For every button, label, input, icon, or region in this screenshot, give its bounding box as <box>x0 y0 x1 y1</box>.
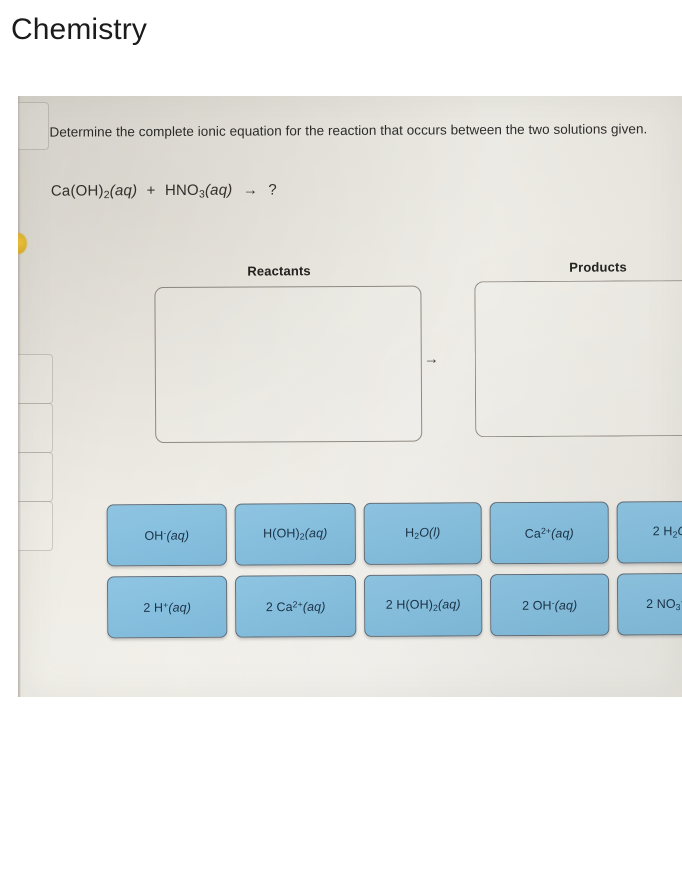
answer-tile-2-hoh2-aq[interactable]: 2 H(OH)2(aq) <box>363 574 483 637</box>
answer-tile-2-no3-aq[interactable]: 2 NO3-(aq) <box>616 572 682 636</box>
tile-label: H2O(l) <box>405 525 441 542</box>
chemical-equation: Ca(OH)2(aq) + HNO3(aq) → ? <box>51 181 277 201</box>
worksheet-photo: s Determine the complete ionic equation … <box>18 96 682 697</box>
answer-tile-hoh2-aq[interactable]: H(OH)2(aq) <box>234 502 356 566</box>
answer-tile-2-h-aq[interactable]: 2 H+(aq) <box>107 575 228 639</box>
equation-reactant-2: HNO3(aq) <box>164 181 233 201</box>
worksheet-content: Determine the complete ionic equation fo… <box>18 96 682 697</box>
answer-tile-2-oh-aq[interactable]: 2 OH-(aq) <box>489 573 610 637</box>
equation-reactant-1: Ca(OH)2(aq) <box>50 182 138 202</box>
tile-label: 2 Ca2+(aq) <box>265 598 326 614</box>
equation-question-mark: ? <box>268 181 277 199</box>
tile-label: 2 H+(aq) <box>143 599 192 615</box>
question-prompt: Determine the complete ionic equation fo… <box>49 121 648 140</box>
tile-label: Ca2+(aq) <box>524 525 574 541</box>
answer-tile-h2o-l[interactable]: H2O(l) <box>363 502 482 565</box>
equation-plus: + <box>146 182 156 200</box>
tile-label: 2 H(OH)2(aq) <box>385 597 461 614</box>
products-label: Products <box>569 259 627 275</box>
answer-tile-grid: OH-(aq) H(OH)2(aq) H2O(l) Ca2+(aq) 2 H2O… <box>89 500 682 639</box>
answer-tile-2-ca2-aq[interactable]: 2 Ca2+(aq) <box>234 574 357 638</box>
reaction-arrow: → <box>423 350 439 368</box>
answer-tile-oh-aq[interactable]: OH-(aq) <box>106 503 227 567</box>
answer-tile-ca2-aq[interactable]: Ca2+(aq) <box>489 501 609 565</box>
reactants-drop-zone[interactable] <box>154 285 423 444</box>
answer-tile-2-h2o-l[interactable]: 2 H2O(l) <box>616 500 682 564</box>
products-drop-zone[interactable] <box>474 279 682 438</box>
tile-label: 2 OH-(aq) <box>522 597 578 613</box>
tile-label: 2 H2O(l) <box>652 524 682 540</box>
page-title: Chemistry <box>11 13 147 46</box>
tile-label: H(OH)2(aq) <box>263 526 328 542</box>
tile-label: OH-(aq) <box>144 527 190 543</box>
equation-arrow: → <box>242 181 259 199</box>
tile-label: 2 NO3-(aq) <box>646 596 682 613</box>
reactants-label: Reactants <box>247 263 311 279</box>
